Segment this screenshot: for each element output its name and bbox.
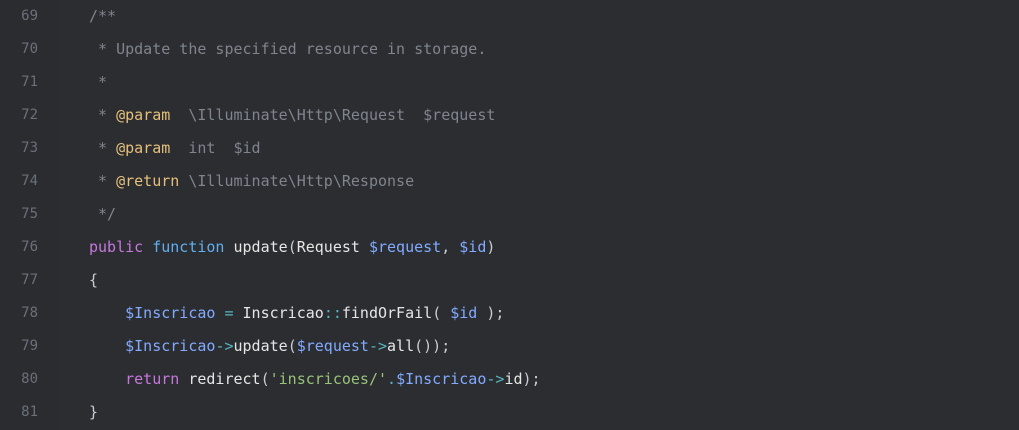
code-token: id: [504, 370, 523, 388]
code-token: Request: [296, 238, 360, 256]
code-text: $Inscricao = Inscricao::findOrFail( $id …: [89, 297, 504, 330]
code-text: }: [89, 396, 98, 429]
code-line[interactable]: 70 * Update the specified resource in st…: [0, 33, 1019, 66]
code-line[interactable]: 77 {: [0, 264, 1019, 297]
line-number: 70: [21, 41, 38, 57]
code-area[interactable]: 69 /** 70 * Update the specified resource …: [0, 0, 1019, 430]
code-token: all: [387, 337, 415, 355]
code-token: *: [89, 106, 117, 124]
code-line[interactable]: 74 * @return \Illuminate\Http\Response: [0, 165, 1019, 198]
code-line[interactable]: 80 return redirect('inscricoes/'.$Inscri…: [0, 363, 1019, 396]
code-token: (: [287, 238, 297, 256]
code-token: (: [287, 337, 297, 355]
code-token: /**: [89, 7, 117, 25]
code-token: @param: [116, 139, 171, 157]
code-token: public: [89, 238, 144, 256]
code-token: redirect: [188, 370, 261, 388]
line-number: 78: [21, 305, 38, 321]
code-text: return redirect('inscricoes/'.$Inscricao…: [89, 363, 541, 396]
code-token: .: [387, 370, 397, 388]
line-number: 72: [21, 107, 38, 123]
line-number: 75: [21, 206, 38, 222]
code-editor[interactable]: 69 /** 70 * Update the specified resource …: [0, 0, 1019, 430]
code-text: /**: [89, 0, 116, 33]
code-token: ->: [215, 337, 234, 355]
code-token: update: [233, 337, 288, 355]
code-token: *: [89, 139, 117, 157]
code-line[interactable]: 71 *: [0, 66, 1019, 99]
code-token: *: [89, 172, 117, 190]
code-token: ): [486, 238, 496, 256]
line-number: 69: [21, 8, 38, 24]
code-token: $request: [296, 337, 369, 355]
line-number: 71: [21, 74, 38, 90]
code-token: );: [522, 370, 541, 388]
code-line[interactable]: 78 $Inscricao = Inscricao::findOrFail( $…: [0, 297, 1019, 330]
code-token: $id: [459, 238, 487, 256]
code-token: *: [89, 73, 108, 91]
code-token: Inscricao: [242, 304, 324, 322]
code-token: =: [215, 304, 243, 322]
code-line[interactable]: 76 public function update(Request $reques…: [0, 231, 1019, 264]
code-token: (: [432, 304, 451, 322]
code-text: * Update the specified resource in stora…: [89, 33, 486, 66]
code-text: *: [89, 66, 107, 99]
code-token: */: [89, 205, 117, 223]
line-number: 74: [21, 173, 38, 189]
code-text: */: [89, 198, 116, 231]
code-line[interactable]: 73 * @param int $id: [0, 132, 1019, 165]
code-token: findOrFail: [341, 304, 433, 322]
code-token: \Illuminate\Http\Request $request: [170, 106, 496, 124]
code-line[interactable]: 69 /**: [0, 0, 1019, 33]
line-number: 76: [21, 239, 38, 255]
code-token: \Illuminate\Http\Response: [179, 172, 415, 190]
code-line[interactable]: 75 */: [0, 198, 1019, 231]
code-token: @return: [116, 172, 180, 190]
code-token: return: [125, 370, 180, 388]
line-number: 79: [21, 338, 38, 354]
line-number: 80: [21, 371, 38, 387]
code-token: {: [89, 271, 99, 289]
code-token: function: [152, 238, 225, 256]
code-text: $Inscricao->update($request->all());: [89, 330, 450, 363]
code-token: $Inscricao: [125, 304, 216, 322]
code-token: $id: [450, 304, 478, 322]
code-token: $Inscricao: [125, 337, 216, 355]
code-token: (: [260, 370, 270, 388]
code-token: ());: [414, 337, 451, 355]
code-token: ->: [486, 370, 505, 388]
line-number: 77: [21, 272, 38, 288]
code-token: ::: [323, 304, 342, 322]
code-text: * @param \Illuminate\Http\Request $reque…: [89, 99, 495, 132]
code-line[interactable]: 72 * @param \Illuminate\Http\Request $re…: [0, 99, 1019, 132]
line-number: 73: [21, 140, 38, 156]
code-token: @param: [116, 106, 171, 124]
code-token: * Update the specified resource in stora…: [89, 40, 487, 58]
code-text: {: [89, 264, 98, 297]
code-token: ->: [368, 337, 388, 355]
code-token: ,: [441, 238, 460, 256]
code-token: $Inscricao: [396, 370, 487, 388]
code-line[interactable]: 79 $Inscricao->update($request->all());: [0, 330, 1019, 363]
line-number: 81: [21, 404, 38, 420]
code-token: int $id: [170, 139, 261, 157]
code-text: * @param int $id: [89, 132, 261, 165]
code-token: $request: [368, 238, 442, 256]
code-text: public function update(Request $request,…: [89, 231, 495, 264]
code-token: update: [233, 238, 288, 256]
code-token: }: [89, 403, 99, 421]
code-text: * @return \Illuminate\Http\Response: [89, 165, 414, 198]
code-line[interactable]: 81}: [0, 396, 1019, 429]
code-token: 'inscricoes/': [269, 370, 388, 388]
code-token: );: [477, 304, 505, 322]
